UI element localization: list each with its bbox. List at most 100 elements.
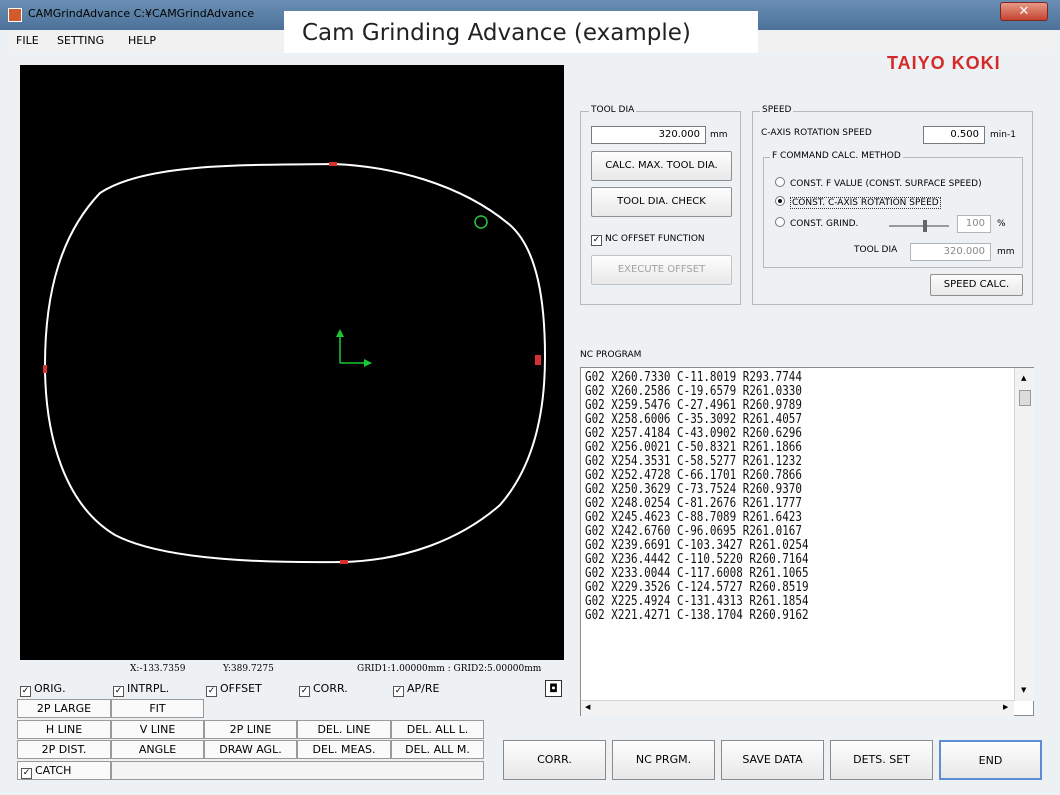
- tool-dia-legend: TOOL DIA: [589, 105, 637, 115]
- nc-offset-checkbox[interactable]: ✓ NC OFFSET FUNCTION: [591, 234, 705, 246]
- nc-prgm-button[interactable]: NC PRGM.: [612, 740, 715, 780]
- orig-checkbox[interactable]: ✓ ORIG.: [20, 682, 66, 697]
- cursor-y-readout: Y:389.7275: [223, 664, 274, 674]
- c-axis-speed-input[interactable]: 0.500: [923, 126, 985, 144]
- nc-program-line[interactable]: G02 X225.4924 C-131.4313 R261.1854: [585, 595, 809, 609]
- nc-program-line[interactable]: G02 X258.6006 C-35.3092 R261.4057: [585, 413, 809, 427]
- nc-program-line[interactable]: G02 X260.7330 C-11.8019 R293.7744: [585, 371, 809, 385]
- nc-program-lines: G02 X260.7330 C-11.8019 R293.7744 G02 X26…: [585, 371, 809, 623]
- const-f-value-radio[interactable]: CONST. F VALUE (CONST. SURFACE SPEED): [775, 177, 982, 189]
- checkbox-icon: ✓: [591, 235, 602, 246]
- del-all-lines-button[interactable]: DEL. ALL L.: [391, 720, 484, 739]
- tool-dia-check-button[interactable]: TOOL DIA. CHECK: [591, 187, 732, 217]
- nc-program-line[interactable]: G02 X236.4442 C-110.5220 R260.7164: [585, 553, 809, 567]
- speed-calc-button[interactable]: SPEED CALC.: [930, 274, 1023, 296]
- nc-program-line[interactable]: G02 X252.4728 C-66.1701 R260.7866: [585, 469, 809, 483]
- nc-program-textbox[interactable]: G02 X260.7330 C-11.8019 R293.7744 G02 X26…: [580, 367, 1034, 716]
- corr-label: CORR.: [313, 682, 348, 695]
- ap-re-checkbox[interactable]: ✓ AP/RE: [393, 682, 439, 697]
- close-button[interactable]: ✕: [1000, 2, 1048, 21]
- grind-slider[interactable]: [889, 220, 949, 232]
- nc-program-line[interactable]: G02 X257.4184 C-43.0902 R260.6296: [585, 427, 809, 441]
- draw-angle-button[interactable]: DRAW AGL.: [204, 740, 297, 759]
- del-all-meas-button[interactable]: DEL. ALL M.: [391, 740, 484, 759]
- cam-profile-curve: [43, 162, 547, 564]
- nc-program-line[interactable]: G02 X256.0021 C-50.8321 R261.1866: [585, 441, 809, 455]
- speed-legend: SPEED: [760, 105, 794, 115]
- nc-program-line[interactable]: G02 X248.0254 C-81.2676 R261.1777: [585, 497, 809, 511]
- const-grind-radio[interactable]: CONST. GRIND.: [775, 217, 858, 229]
- offset-checkbox[interactable]: ✓ OFFSET: [206, 682, 262, 697]
- nc-program-line[interactable]: G02 X254.3531 C-58.5277 R261.1232: [585, 455, 809, 469]
- grind-percent-input[interactable]: 100: [957, 215, 991, 233]
- grind-percent-unit: %: [997, 219, 1006, 229]
- nc-program-label: NC PROGRAM: [580, 350, 642, 360]
- speed-tool-dia-unit: mm: [997, 247, 1015, 257]
- save-data-button[interactable]: SAVE DATA: [721, 740, 824, 780]
- radio-selected-icon: [775, 196, 785, 206]
- two-point-large-button[interactable]: 2P LARGE: [17, 699, 111, 718]
- calc-max-tool-dia-button[interactable]: CALC. MAX. TOOL DIA.: [591, 151, 732, 181]
- const-f-value-label: CONST. F VALUE (CONST. SURFACE SPEED): [790, 179, 982, 189]
- nc-program-line[interactable]: G02 X239.6691 C-103.3427 R261.0254: [585, 539, 809, 553]
- catch-checkbox[interactable]: ✓ CATCH: [17, 761, 111, 780]
- end-button[interactable]: END: [939, 740, 1042, 780]
- nc-program-line[interactable]: G02 X221.4271 C-138.1704 R260.9162: [585, 609, 809, 623]
- menu-setting[interactable]: SETTING: [57, 34, 104, 47]
- v-line-button[interactable]: V LINE: [111, 720, 204, 739]
- profile-drawing: [43, 162, 547, 564]
- menu-help[interactable]: HELP: [128, 34, 156, 47]
- origin-axis-arrow-right: [364, 359, 372, 367]
- nc-program-line[interactable]: G02 X233.0044 C-117.6008 R261.1065: [585, 567, 809, 581]
- app-window: CAMGrindAdvance C:¥CAMGrindAdvance ✕ FIL…: [0, 0, 1060, 795]
- tool-dia-input[interactable]: 320.000: [591, 126, 706, 144]
- nc-program-line[interactable]: G02 X260.2586 C-19.6579 R261.0330: [585, 385, 809, 399]
- two-point-dist-button[interactable]: 2P DIST.: [17, 740, 111, 759]
- const-c-axis-radio[interactable]: CONST. C-AXIS ROTATION SPEED: [775, 196, 941, 209]
- angle-button[interactable]: ANGLE: [111, 740, 204, 759]
- tool-dia-unit: mm: [710, 130, 728, 140]
- nc-vertical-scrollbar[interactable]: ▲ ▼: [1014, 368, 1034, 701]
- window-title: CAMGrindAdvance C:¥CAMGrindAdvance: [28, 7, 255, 20]
- slider-track: [889, 225, 949, 227]
- profile-canvas[interactable]: [20, 65, 564, 660]
- del-meas-button[interactable]: DEL. MEAS.: [297, 740, 391, 759]
- execute-offset-button[interactable]: EXECUTE OFFSET: [591, 255, 732, 285]
- nc-program-line[interactable]: G02 X229.3526 C-124.5727 R260.8519: [585, 581, 809, 595]
- checkbox-icon: ✓: [393, 686, 404, 697]
- del-line-button[interactable]: DEL. LINE: [297, 720, 391, 739]
- corr-checkbox[interactable]: ✓ CORR.: [299, 682, 348, 697]
- app-icon: [8, 8, 22, 22]
- ap-re-label: AP/RE: [407, 682, 440, 695]
- corr-button[interactable]: CORR.: [503, 740, 606, 780]
- radio-icon: [775, 217, 785, 227]
- status-strip: [111, 761, 484, 780]
- camera-icon[interactable]: ◘: [545, 680, 562, 697]
- scroll-right-icon[interactable]: ▶: [1003, 703, 1008, 711]
- dets-set-button[interactable]: DETS. SET: [830, 740, 933, 780]
- fit-button[interactable]: FIT: [111, 699, 204, 718]
- slider-thumb[interactable]: [923, 220, 927, 232]
- nc-offset-label: NC OFFSET FUNCTION: [605, 234, 705, 244]
- scroll-thumb[interactable]: [1019, 390, 1031, 406]
- checkbox-icon: ✓: [206, 686, 217, 697]
- menu-file[interactable]: FILE: [16, 34, 39, 47]
- nc-program-line[interactable]: G02 X250.3629 C-73.7524 R260.9370: [585, 483, 809, 497]
- intrpl-checkbox[interactable]: ✓ INTRPL.: [113, 682, 169, 697]
- nc-program-line[interactable]: G02 X245.4623 C-88.7089 R261.6423: [585, 511, 809, 525]
- profile-marker-right: [535, 355, 541, 365]
- scroll-up-icon[interactable]: ▲: [1021, 374, 1026, 382]
- catch-label: CATCH: [35, 764, 72, 777]
- scroll-down-icon[interactable]: ▼: [1021, 686, 1026, 694]
- nc-program-line[interactable]: G02 X242.6760 C-96.0695 R261.0167: [585, 525, 809, 539]
- speed-tool-dia-input: 320.000: [910, 243, 991, 261]
- scroll-left-icon[interactable]: ◀: [585, 703, 590, 711]
- nc-horizontal-scrollbar[interactable]: ◀ ▶: [581, 700, 1014, 716]
- two-point-line-button[interactable]: 2P LINE: [204, 720, 297, 739]
- const-c-axis-label: CONST. C-AXIS ROTATION SPEED: [790, 197, 941, 209]
- origin-axis-arrow-up: [336, 329, 344, 337]
- h-line-button[interactable]: H LINE: [17, 720, 111, 739]
- nc-program-line[interactable]: G02 X259.5476 C-27.4961 R260.9789: [585, 399, 809, 413]
- caption-overlay: Cam Grinding Advance (example): [284, 11, 758, 53]
- c-axis-speed-unit: min-1: [990, 130, 1016, 140]
